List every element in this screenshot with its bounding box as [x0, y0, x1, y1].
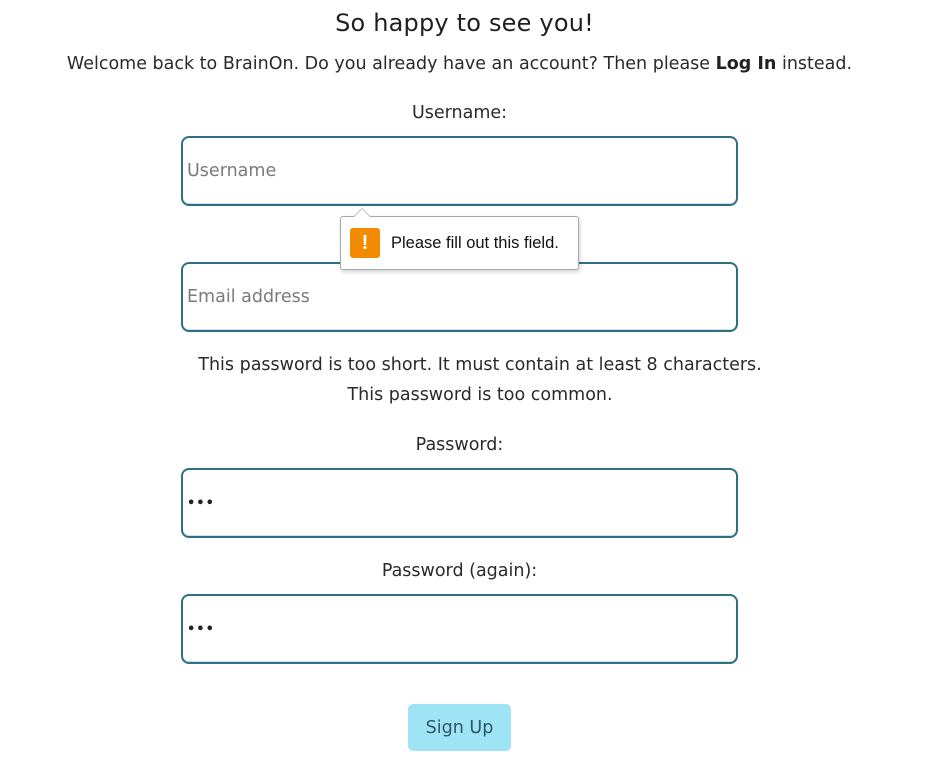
welcome-prefix: Welcome back to BrainOn. Do you already …	[66, 54, 716, 74]
password-label: Password:	[415, 435, 504, 455]
email-input[interactable]	[181, 262, 738, 332]
welcome-message: Welcome back to BrainOn. Do you already …	[0, 54, 919, 74]
password-error-too-short: This password is too short. It must cont…	[198, 355, 762, 375]
page-title: So happy to see you!	[335, 9, 594, 37]
username-input[interactable]	[181, 136, 738, 206]
sign-up-button[interactable]: Sign Up	[408, 704, 511, 751]
warning-icon: !	[350, 228, 380, 258]
password-again-label: Password (again):	[381, 561, 538, 581]
password-input[interactable]	[181, 468, 738, 538]
validation-message: Please fill out this field.	[391, 233, 559, 252]
password-again-input[interactable]	[181, 594, 738, 664]
username-label: Username:	[411, 103, 508, 123]
welcome-suffix: instead.	[776, 54, 853, 74]
login-link[interactable]: Log In	[716, 54, 777, 74]
password-error-too-common: This password is too common.	[347, 385, 613, 405]
validation-tooltip: ! Please fill out this field.	[340, 208, 579, 270]
